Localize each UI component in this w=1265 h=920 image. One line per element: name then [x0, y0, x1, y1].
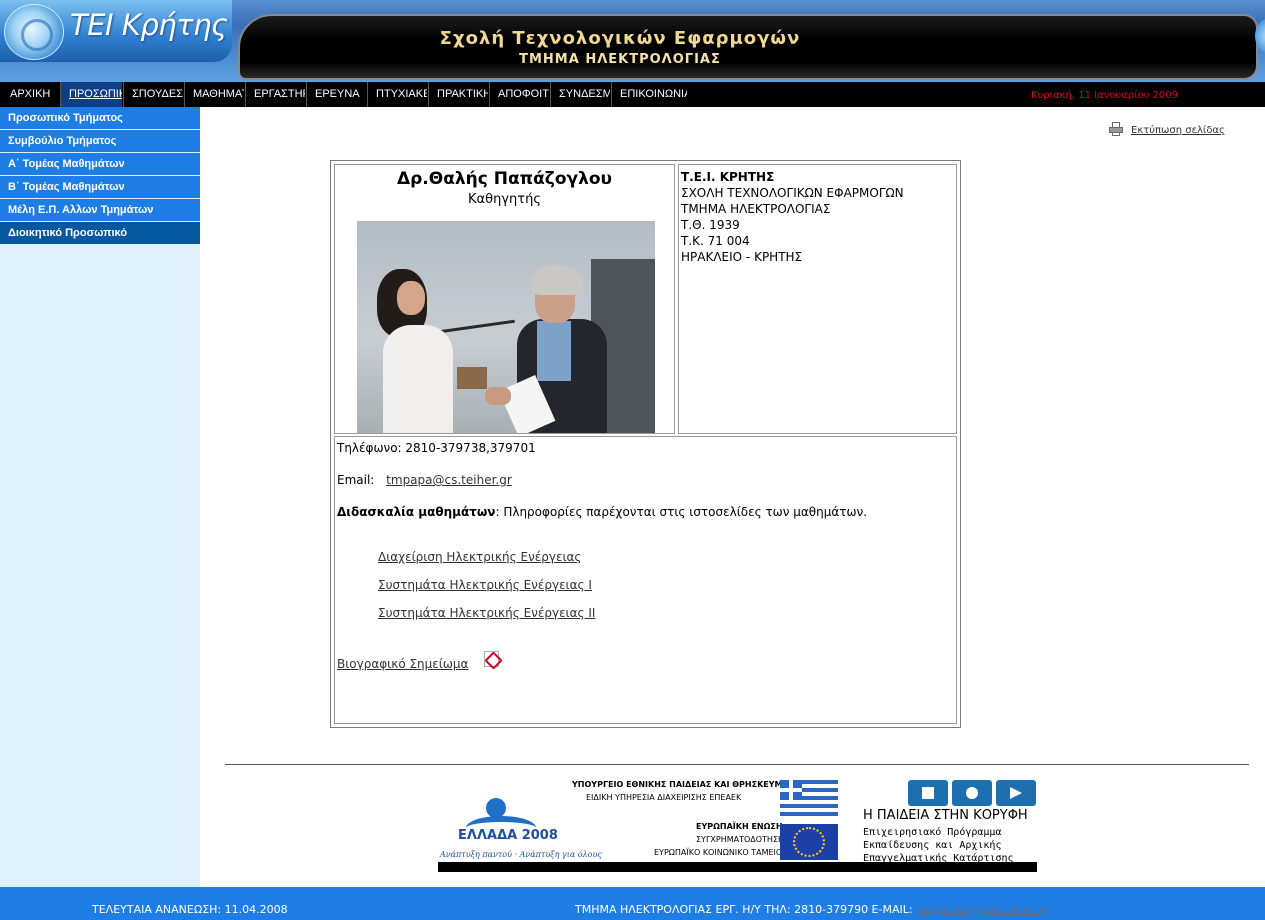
teaching-row: Διδασκαλία μαθημάτων: Πληροφορίες παρέχο…: [337, 505, 867, 519]
address-line: Τ.Ε.Ι. ΚΡΗΤΗΣ: [681, 170, 775, 184]
eu-text: ΕΥΡΩΠΑΪΚΗ ΕΝΩΣΗ: [696, 822, 783, 831]
phone-row: Τηλέφωνο: 2810-379738,379701: [337, 441, 536, 455]
paideia-line: Επαγγελματικής Κατάρτισης: [863, 853, 1014, 864]
nav-item-labs[interactable]: ΕΡΓΑΣΤΗΡΙΑ: [245, 82, 305, 107]
footer-email-link[interactable]: papathos@stef.teiher.gr: [919, 903, 1051, 916]
course-link[interactable]: Συστημάτα Ηλεκτρικής Ενέργειας I: [378, 578, 592, 592]
top-nav: ΑΡΧΙΚΗ ΠΡΟΣΩΠΙΚΟ ΣΠΟΥΔΕΣ ΜΑΘΗΜΑΤΑ ΕΡΓΑΣΤ…: [0, 82, 1265, 107]
sponsor-tagline: Ανάπτυξη παντού · Ανάπτυξη για όλους: [440, 850, 602, 859]
agency-text: ΕΙΔΙΚΗ ΥΠΗΡΕΣΙΑ ΔΙΑΧΕΙΡΙΣΗΣ ΕΠΕΑΕΚ: [586, 793, 742, 802]
sidebar-item-sector-a[interactable]: Α΄ Τομέας Μαθημάτων: [0, 153, 200, 175]
department-title: ΤΜΗΜΑ ΗΛΕΚΤΡΟΛΟΓΙΑΣ: [519, 52, 721, 67]
paideia-title: Η ΠΑΙΔΕΙΑ ΣΤΗΝ ΚΟΡΥΦΗ: [863, 808, 1028, 823]
address-line: ΤΜΗΜΑ ΗΛΕΚΤΡΟΛΟΓΙΑΣ: [681, 202, 831, 216]
last-update: ΤΕΛΕΥΤΑΙΑ ΑΝΑΝΕΩΣΗ: 11.04.2008: [92, 903, 288, 916]
sidebar: Προσωπικό Τμήματος Συμβούλιο Τμήματος Α΄…: [0, 107, 200, 887]
phone-value: 2810-379738,379701: [405, 441, 536, 455]
printer-icon[interactable]: [1108, 122, 1124, 136]
email-row: Email: tmpapa@cs.teiher.gr: [337, 473, 512, 487]
footer-contact-text: ΤΜΗΜΑ ΗΛΕΚΤΡΟΛΟΓΙΑΣ ΕΡΓ. Η/Υ ΤΗΛ: 2810-3…: [575, 903, 913, 916]
nav-item-courses[interactable]: ΜΑΘΗΜΑΤΑ: [184, 82, 244, 107]
profile-table: Δρ.Θαλής Παπάζογλου Καθηγητής Τ.Ε.Ι. ΚΡΗ…: [330, 160, 961, 728]
print-page-link[interactable]: Εκτύπωση σελίδας: [1131, 125, 1225, 136]
title-panel: Σχολή Τεχνολογικών Εφαρμογών ΤΜΗΜΑ ΗΛΕΚΤ…: [238, 14, 1258, 80]
address-line: ΣΧΟΛΗ ΤΕΧΝΟΛΟΓΙΚΩΝ ΕΦΑΡΜΟΓΩΝ: [681, 186, 904, 200]
sidebar-item-department-council[interactable]: Συμβούλιο Τμήματος: [0, 130, 200, 152]
sidebar-item-sector-b[interactable]: Β΄ Τομέας Μαθημάτων: [0, 176, 200, 198]
logo-text: TEI Κρήτης: [70, 8, 228, 42]
nav-item-staff[interactable]: ΠΡΟΣΩΠΙΚΟ: [60, 82, 122, 107]
phone-label: Τηλέφωνο:: [337, 441, 402, 455]
tei-emblem-icon: [4, 4, 64, 60]
nav-item-internship[interactable]: ΠΡΑΚΤΙΚΗ: [428, 82, 488, 107]
email-label: Email:: [337, 473, 375, 487]
profile-info-cell: Τηλέφωνο: 2810-379738,379701 Email: tmpa…: [334, 436, 957, 724]
address-block: Τ.Ε.Ι. ΚΡΗΤΗΣ ΣΧΟΛΗ ΤΕΧΝΟΛΟΓΙΚΩΝ ΕΦΑΡΜΟΓ…: [681, 169, 904, 265]
nav-item-studies[interactable]: ΣΠΟΥΔΕΣ: [123, 82, 183, 107]
address-line: Τ.Κ. 71 004: [681, 234, 750, 248]
sponsor-logo-text: ΕΛΛΑΔΑ 2008: [458, 828, 558, 843]
nav-item-theses[interactable]: ΠΤΥΧΙΑΚΕΣ: [367, 82, 427, 107]
paideia-description: Επιχειρησιακό Πρόγραμμα Εκπαίδευσης και …: [863, 826, 1014, 865]
address-line: ΗΡΑΚΛΕΙΟ - ΚΡΗΤΗΣ: [681, 250, 803, 264]
pdf-icon[interactable]: [484, 651, 499, 667]
tei-logo[interactable]: TEI Κρήτης: [0, 0, 232, 62]
sidebar-item-other-departments[interactable]: Μέλη Ε.Π. Αλλων Τμημάτων: [0, 199, 200, 221]
teaching-text: : Πληροφορίες παρέχονται στις ιστοσελίδε…: [495, 505, 868, 519]
teaching-label: Διδασκαλία μαθημάτων: [337, 505, 496, 519]
sidebar-item-administrative-staff[interactable]: Διοικητικό Προσωπικό: [0, 222, 200, 244]
nav-item-alumni[interactable]: ΑΠΟΦΟΙΤΟΙ: [489, 82, 549, 107]
address-line: Τ.Θ. 1939: [681, 218, 740, 232]
profile-role: Καθηγητής: [468, 192, 541, 207]
greek-flag-icon: [780, 780, 838, 816]
profile-photo: [357, 221, 655, 433]
course-link[interactable]: Διαχείριση Ηλεκτρικής Ενέργειας: [378, 550, 581, 564]
content-divider: [225, 764, 1249, 765]
footer-contact: ΤΜΗΜΑ ΗΛΕΚΤΡΟΛΟΓΙΑΣ ΕΡΓ. Η/Υ ΤΗΛ: 2810-3…: [575, 903, 1051, 916]
cofunding-text: ΣΥΓΧΡΗΜΑΤΟΔΟΤΗΣΗ: [696, 835, 785, 844]
header-banner: TEI Κρήτης Σχολή Τεχνολογικών Εφαρμογών …: [0, 0, 1265, 82]
paideia-line: Εκπαίδευσης και Αρχικής: [863, 840, 1002, 851]
profile-name: Δρ.Θαλής Παπάζογλου: [396, 169, 613, 189]
social-fund-text: ΕΥΡΩΠΑΪΚΟ ΚΟΙΝΩΝΙΚΟ ΤΑΜΕΙΟ: [654, 848, 783, 857]
greek-flag-cross: [780, 788, 802, 792]
page: TEI Κρήτης Σχολή Τεχνολογικών Εφαρμογών …: [0, 0, 1265, 920]
ministry-text: ΥΠΟΥΡΓΕΙΟ ΕΘΝΙΚΗΣ ΠΑΙΔΕΙΑΣ ΚΑΙ ΘΡΗΣΚΕΥΜΑ…: [572, 780, 808, 789]
eu-stars-icon: [793, 827, 825, 857]
sidebar-item-department-staff[interactable]: Προσωπικό Τμήματος: [0, 107, 200, 129]
profile-name-cell: Δρ.Θαλής Παπάζογλου Καθηγητής: [334, 164, 675, 434]
course-link[interactable]: Συστημάτα Ηλεκτρικής Ενέργειας II: [378, 606, 595, 620]
paideia-tiles-icon: [908, 780, 1036, 806]
email-link[interactable]: tmpapa@cs.teiher.gr: [386, 473, 512, 487]
nav-item-contact[interactable]: ΕΠΙΚΟΙΝΩΝΙΑ: [611, 82, 687, 107]
profile-address-cell: Τ.Ε.Ι. ΚΡΗΤΗΣ ΣΧΟΛΗ ΤΕΧΝΟΛΟΓΙΚΩΝ ΕΦΑΡΜΟΓ…: [678, 164, 957, 434]
current-date: Κυριακή, 11 Ιανουαρίου 2009: [1030, 90, 1178, 101]
cv-link[interactable]: Βιογραφικό Σημείωμα: [337, 657, 468, 671]
paideia-line: Επιχειρησιακό Πρόγραμμα: [863, 827, 1002, 838]
school-title: Σχολή Τεχνολογικών Εφαρμογών: [439, 28, 801, 49]
nav-item-research[interactable]: ΕΡΕΥΝΑ: [306, 82, 366, 107]
sponsor-banner[interactable]: ΕΛΛΑΔΑ 2008 Ανάπτυξη παντού · Ανάπτυξη γ…: [438, 776, 1037, 872]
footer: ΤΕΛΕΥΤΑΙΑ ΑΝΑΝΕΩΣΗ: 11.04.2008 ΤΜΗΜΑ ΗΛΕ…: [0, 887, 1265, 920]
nav-item-home[interactable]: ΑΡΧΙΚΗ: [0, 82, 60, 107]
nav-item-links[interactable]: ΣΥΝΔΕΣΜΟΙ: [550, 82, 610, 107]
